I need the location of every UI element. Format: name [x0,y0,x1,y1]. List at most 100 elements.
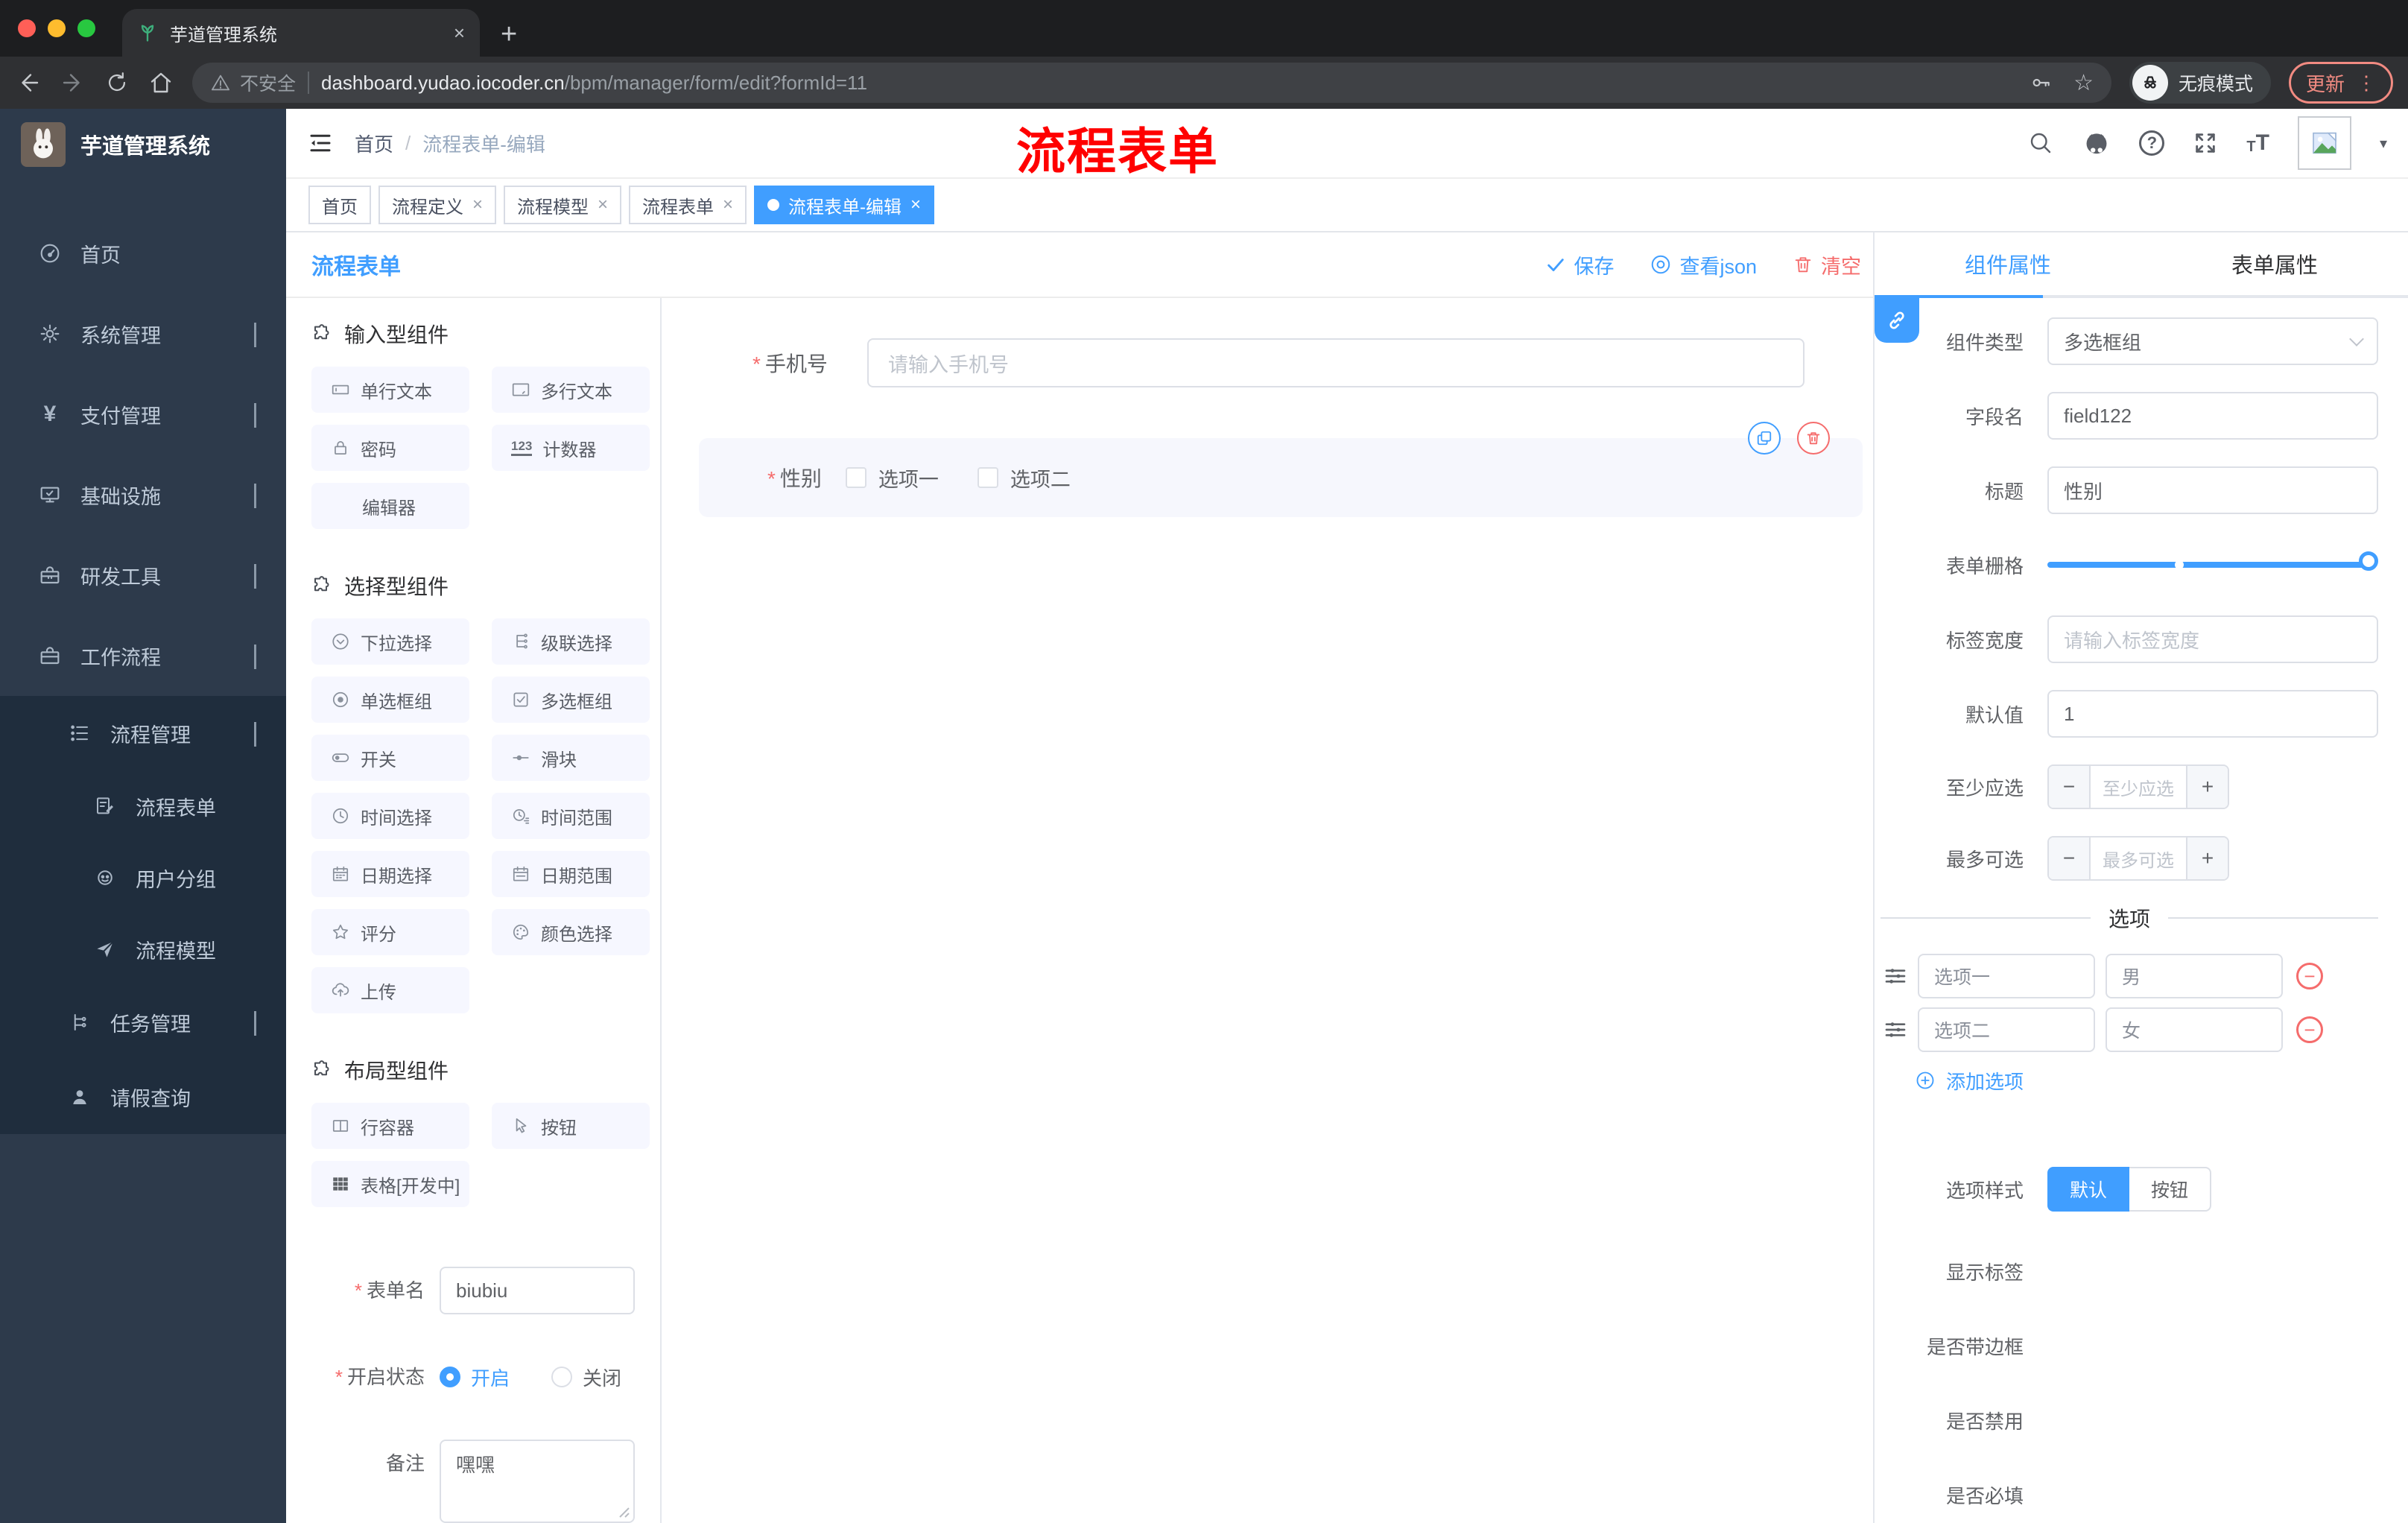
search-icon[interactable] [2027,130,2054,156]
breadcrumb-home[interactable]: 首页 [355,130,393,157]
checkbox[interactable] [977,467,998,488]
copy-component-button[interactable] [1748,422,1781,455]
canvas-field-gender-selected[interactable]: * 性别 选项一 选项二 [699,422,1863,517]
remove-option-button[interactable]: − [2296,1016,2323,1043]
window-zoom-button[interactable] [77,19,95,37]
title-input[interactable]: 性别 [2047,466,2378,514]
security-status[interactable]: 不安全 [210,69,296,96]
save-button[interactable]: 保存 [1545,250,1614,279]
window-minimize-button[interactable] [48,19,66,37]
window-close-button[interactable] [18,19,36,37]
resize-handle-icon[interactable] [618,1507,630,1519]
component-button[interactable]: 按钮 [492,1103,650,1149]
sidebar-item-devtools[interactable]: 研发工具 [0,535,286,615]
field-name-input[interactable]: field122 [2047,392,2378,440]
gender-checkbox-option1[interactable]: 选项一 [845,463,939,493]
sidebar-item-user-group[interactable]: 用户分组 [0,842,286,914]
bookmark-star-icon[interactable]: ☆ [2073,70,2094,96]
max-select-value[interactable]: 最多可选 [2091,838,2186,879]
font-size-icon[interactable]: TT [2246,132,2269,155]
clear-button[interactable]: 清空 [1793,250,1861,279]
component-counter[interactable]: 123 计数器 [492,425,650,471]
sidebar-item-payment[interactable]: ¥ 支付管理 [0,374,286,455]
component-slider[interactable]: 滑块 [492,735,650,781]
key-icon[interactable] [2029,71,2053,95]
max-select-stepper[interactable]: − 最多可选 + [2047,836,2229,881]
sidebar-item-infra[interactable]: 基础设施 [0,455,286,535]
component-time-picker[interactable]: 时间选择 [311,793,469,839]
phone-input[interactable]: 请输入手机号 [867,338,1805,387]
drag-handle-icon[interactable] [1883,1018,1907,1042]
component-single-text[interactable]: 单行文本 [311,367,469,413]
tag-close-icon[interactable]: × [910,194,921,215]
tag-home[interactable]: 首页 [308,186,371,224]
browser-menu-icon[interactable]: ⋮ [2357,72,2376,95]
fullscreen-icon[interactable] [2193,130,2218,156]
remove-option-button[interactable]: − [2296,963,2323,990]
status-radio-off[interactable]: 关闭 [551,1364,621,1391]
min-select-value[interactable]: 至少应选 [2091,766,2186,808]
component-row-container[interactable]: 行容器 [311,1103,469,1149]
style-button-button[interactable]: 按钮 [2129,1167,2211,1212]
component-date-range[interactable]: 日期范围 [492,851,650,897]
slider-handle[interactable] [2359,551,2378,571]
help-icon[interactable]: ? [2139,130,2165,156]
back-icon[interactable] [15,69,42,96]
add-option-button[interactable]: 添加选项 [1915,1064,2378,1097]
avatar[interactable] [2297,116,2351,170]
option-label-input[interactable]: 选项一 [1918,954,2095,998]
stepper-plus-button[interactable]: + [2186,838,2228,879]
component-switch[interactable]: 开关 [311,735,469,781]
tag-process-definition[interactable]: 流程定义 × [378,186,497,224]
canvas-field-phone[interactable]: * 手机号 请输入手机号 [752,338,1805,387]
form-name-input[interactable]: biubiu [440,1267,635,1314]
component-rate[interactable]: 评分 [311,909,469,955]
tag-process-form[interactable]: 流程表单 × [629,186,747,224]
sidebar-item-process-mgmt[interactable]: 流程管理 [0,696,286,770]
option-value-input[interactable]: 男 [2106,954,2283,998]
sidebar-item-process-form[interactable]: 流程表单 [0,770,286,842]
reload-icon[interactable] [104,70,130,95]
sidebar-item-system[interactable]: 系统管理 [0,294,286,374]
tag-process-form-edit[interactable]: 流程表单-编辑 × [754,186,935,224]
browser-tab[interactable]: 芋道管理系统 × [122,9,480,57]
component-editor[interactable]: 编辑器 [311,483,469,529]
sidebar-item-leave-query[interactable]: 请假查询 [0,1060,286,1134]
component-password[interactable]: 密码 [311,425,469,471]
home-icon[interactable] [148,69,174,96]
component-cascader[interactable]: 级联选择 [492,618,650,665]
tag-close-icon[interactable]: × [723,194,733,215]
app-logo[interactable]: 芋道管理系统 [0,109,286,180]
component-multi-text[interactable]: 多行文本 [492,367,650,413]
window-controls[interactable] [18,0,95,57]
form-remark-textarea[interactable]: 嘿嘿 [440,1440,635,1523]
sidebar-item-process-model[interactable]: 流程模型 [0,914,286,985]
option-label-input[interactable]: 选项二 [1918,1007,2095,1052]
sidebar-item-task-mgmt[interactable]: 任务管理 [0,985,286,1060]
min-select-stepper[interactable]: − 至少应选 + [2047,764,2229,809]
slider-track[interactable] [2047,551,2378,571]
stepper-minus-button[interactable]: − [2049,838,2091,879]
new-tab-button[interactable]: + [501,12,517,57]
view-json-button[interactable]: 查看json [1650,250,1757,279]
component-type-select[interactable]: 多选框组 [2047,317,2378,365]
tab-close-icon[interactable]: × [454,22,465,45]
stepper-minus-button[interactable]: − [2049,766,2091,808]
component-color-picker[interactable]: 颜色选择 [492,909,650,955]
stepper-plus-button[interactable]: + [2186,766,2228,808]
component-date-picker[interactable]: 日期选择 [311,851,469,897]
tag-close-icon[interactable]: × [472,194,483,215]
link-badge[interactable] [1875,298,1919,343]
component-radio-group[interactable]: 单选框组 [311,677,469,723]
label-width-input[interactable]: 请输入标签宽度 [2047,615,2378,663]
tab-form-props[interactable]: 表单属性 [2141,232,2408,295]
tag-close-icon[interactable]: × [598,194,608,215]
component-upload[interactable]: 上传 [311,967,469,1013]
component-checkbox-group[interactable]: 多选框组 [492,677,650,723]
gender-checkbox-option2[interactable]: 选项二 [977,463,1071,493]
sidebar-item-home[interactable]: 首页 [0,213,286,294]
component-select[interactable]: 下拉选择 [311,618,469,665]
forward-icon[interactable] [60,69,86,96]
drag-handle-icon[interactable] [1883,964,1907,988]
status-radio-on[interactable]: 开启 [440,1364,510,1391]
